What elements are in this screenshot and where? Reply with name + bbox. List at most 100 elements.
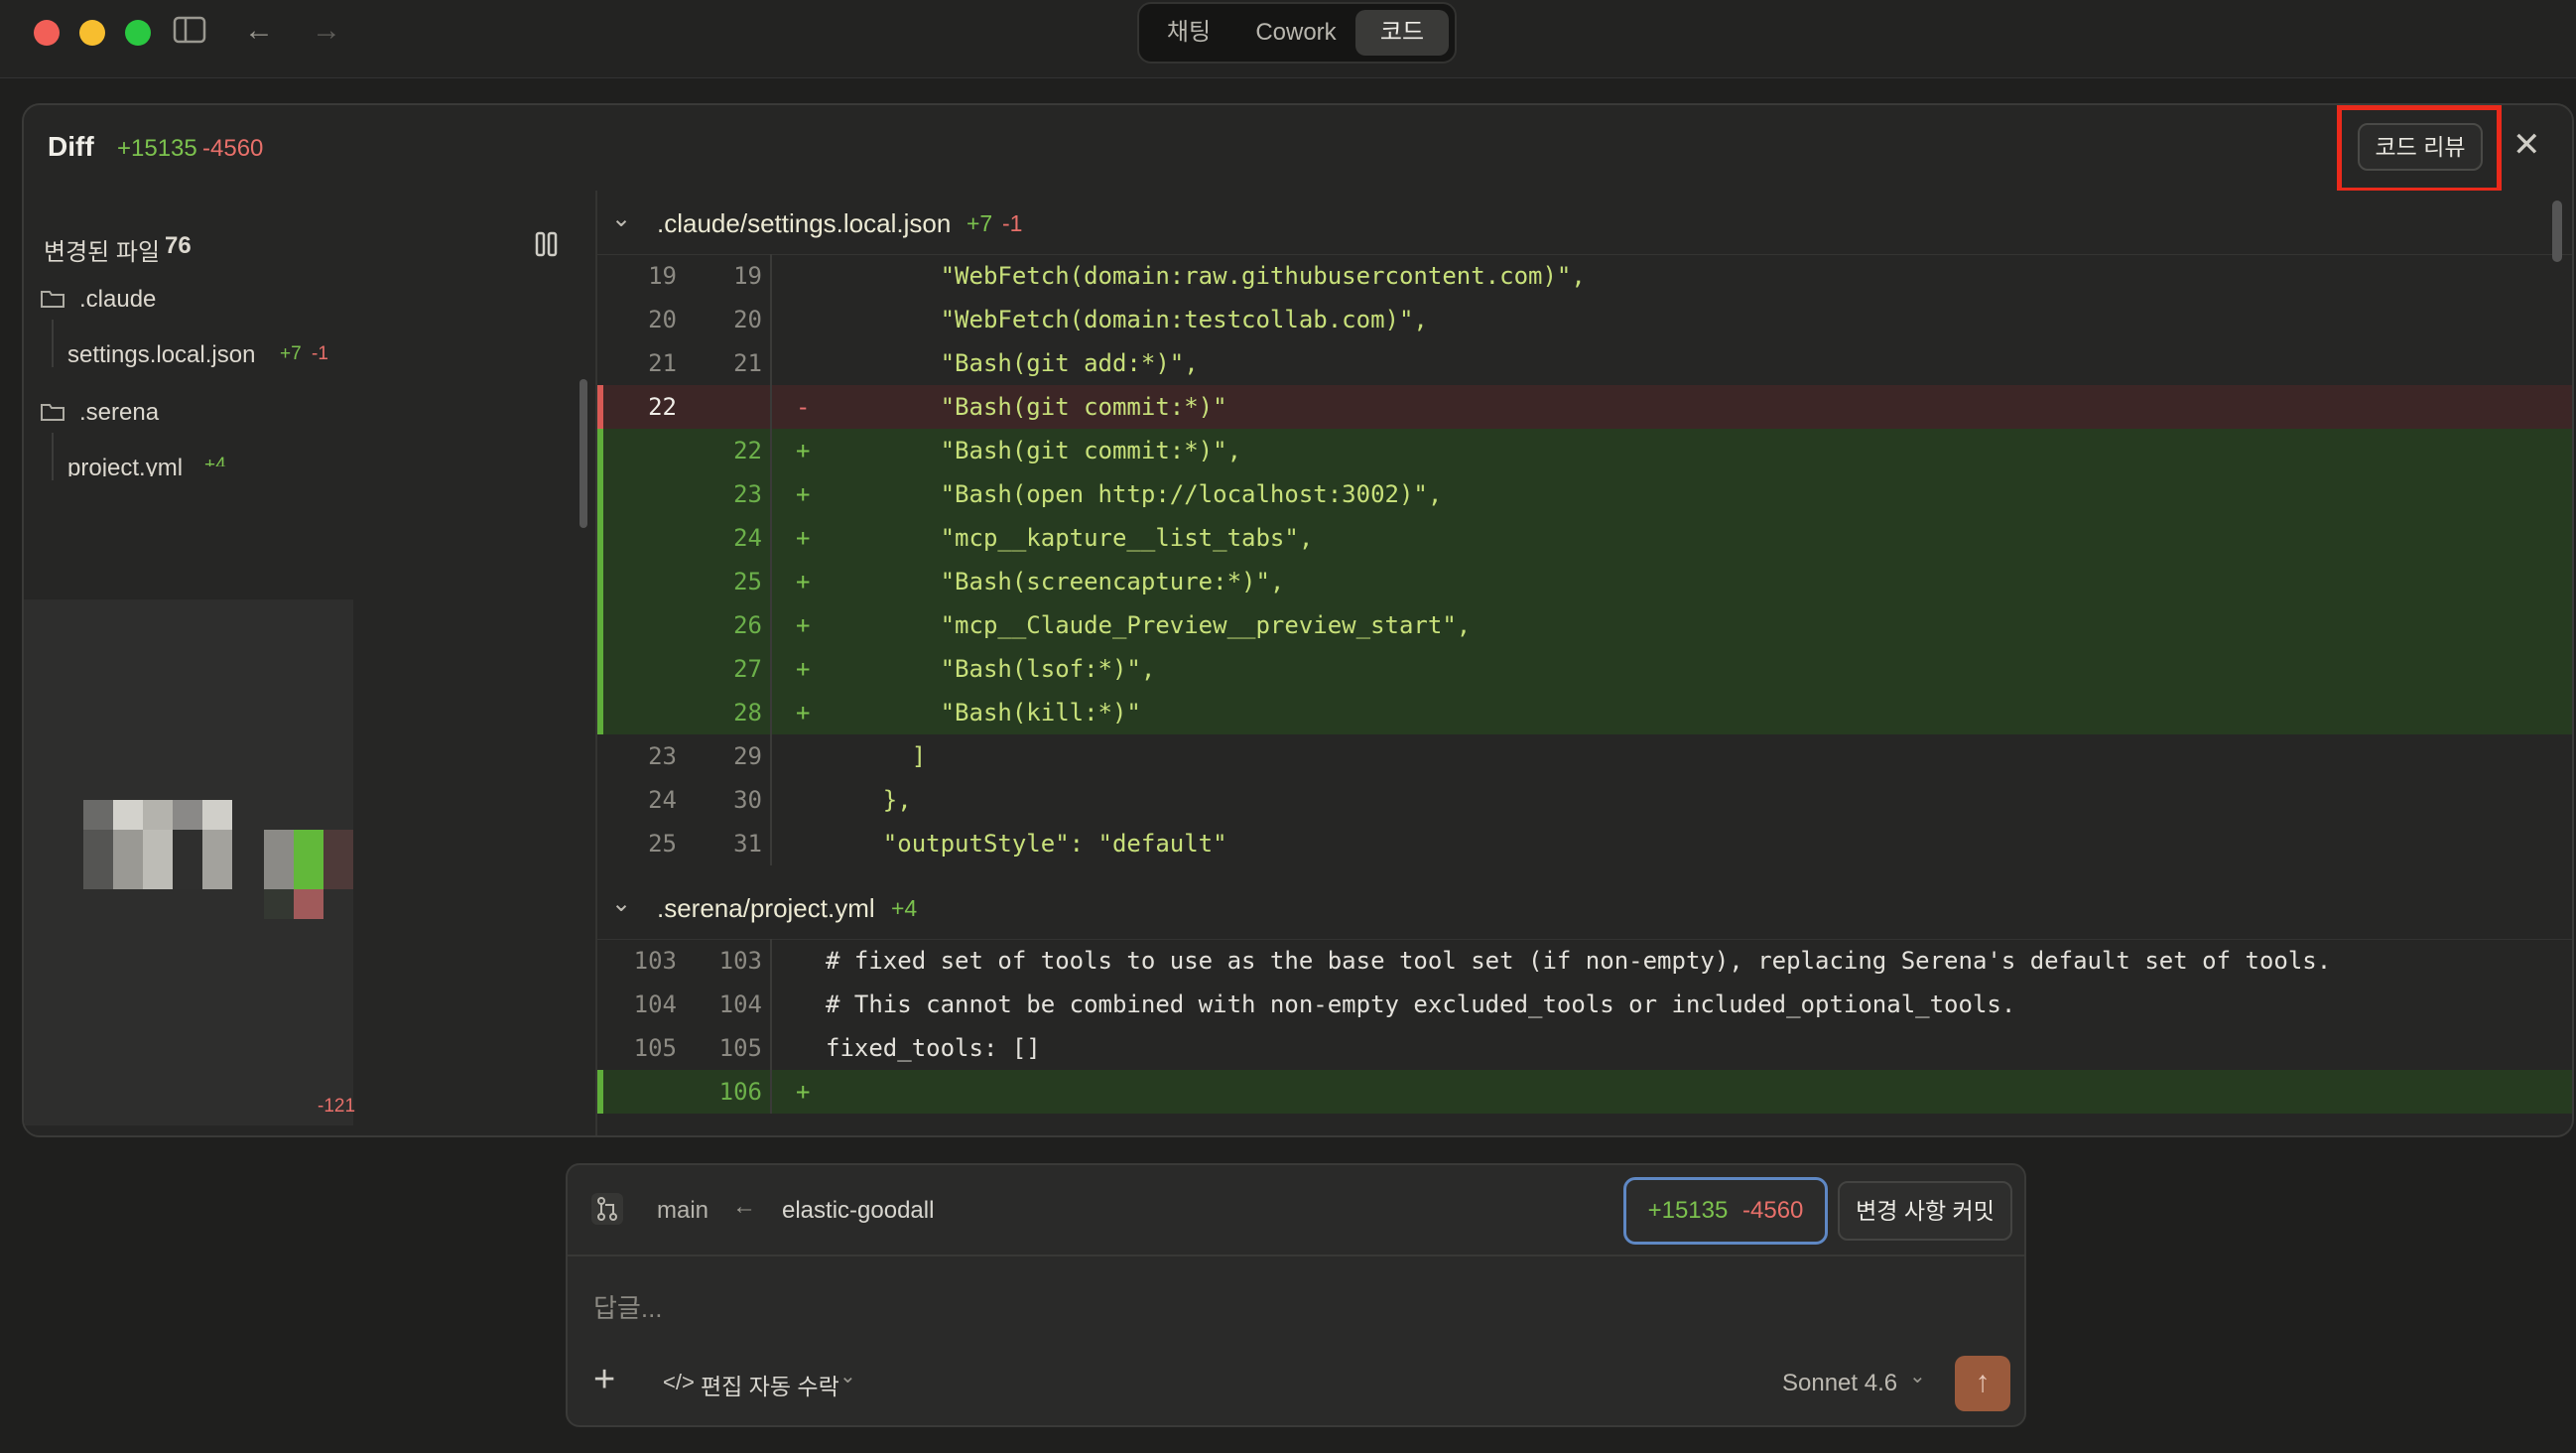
chevron-down-icon[interactable]: ⌄	[611, 889, 631, 918]
code-line: "Bash(git add:*)",	[826, 349, 1199, 377]
change-marker	[597, 429, 603, 472]
maximize-window-button[interactable]	[125, 20, 151, 46]
tab-chat[interactable]: 채팅	[1151, 10, 1226, 56]
chevron-down-icon: ⌄	[839, 1366, 856, 1387]
changed-files-label: 변경된 파일	[44, 239, 161, 266]
new-line-number: 21	[733, 349, 762, 377]
diff-row: 21 21 "Bash(git add:*)",	[597, 341, 2572, 385]
diff-row: 23 29 ]	[597, 734, 2572, 778]
diff-row: 25 + "Bash(screencapture:*)",	[597, 560, 2572, 603]
new-line-number: 24	[733, 524, 762, 552]
change-marker	[597, 560, 603, 603]
diff-code-view: ⌄ .claude/settings.local.json +7 -1 19 19 "We…	[597, 191, 2572, 1135]
tree-file-project[interactable]: project.yml	[67, 455, 183, 476]
reply-input[interactable]: 답글...	[593, 1288, 663, 1325]
diff-row: 24 30 },	[597, 778, 2572, 822]
model-selector[interactable]: Sonnet 4.6	[1782, 1370, 1897, 1397]
code-line: # This cannot be combined with non-empty…	[826, 991, 2016, 1018]
code-line: "Bash(lsof:*)",	[826, 655, 1156, 683]
file-header[interactable]: ⌄ .serena/project.yml +4	[597, 875, 2572, 940]
head-branch: elastic-goodall	[782, 1197, 935, 1224]
tree-file-settings[interactable]: settings.local.json	[67, 341, 255, 369]
new-line-number: 30	[733, 786, 762, 814]
new-line-number: 28	[733, 699, 762, 726]
partial-deletions: -121	[318, 1096, 356, 1114]
commit-changes-button[interactable]: 변경 사항 커밋	[1838, 1181, 2012, 1241]
new-line-number: 27	[733, 655, 762, 683]
composer-deletions: -4560	[1742, 1197, 1804, 1224]
old-line-number: 23	[648, 742, 677, 770]
tree-file-settings-deletions: -1	[312, 343, 328, 364]
code-line: "Bash(kill:*)"	[826, 699, 1141, 726]
diff-header: Diff +15135 -4560 코드 리뷰 ✕	[24, 105, 2572, 193]
code-line: "Bash(open http://localhost:3002)",	[826, 480, 1443, 508]
file-header[interactable]: ⌄ .claude/settings.local.json +7 -1	[597, 191, 2572, 255]
code-line: fixed_tools: []	[826, 1034, 1041, 1062]
diff-sign: +	[796, 480, 811, 508]
changed-files-sidebar: 변경된 파일 76 .claude settings.local.json +7…	[24, 191, 597, 1135]
chevron-down-icon[interactable]: ⌄	[611, 204, 631, 233]
tree-folder-claude[interactable]: .claude	[79, 286, 156, 314]
code-line: ]	[826, 742, 927, 770]
minimize-window-button[interactable]	[79, 20, 105, 46]
diff-row: 22 - "Bash(git commit:*)"	[597, 385, 2572, 429]
code-line: "outputStyle": "default"	[826, 830, 1227, 858]
tree-folder-serena[interactable]: .serena	[79, 399, 159, 427]
sidebar-toggle-icon[interactable]	[173, 16, 206, 52]
new-line-number: 20	[733, 306, 762, 333]
old-line-number: 105	[633, 1034, 677, 1062]
diff-row: 103 103 # fixed set of tools to use as the…	[597, 939, 2572, 983]
diff-sign: -	[796, 393, 811, 421]
sidebar-scrollbar[interactable]	[580, 379, 587, 528]
new-line-number: 22	[733, 437, 762, 464]
new-line-number: 105	[718, 1034, 762, 1062]
code-line: "Bash(git commit:*)",	[826, 437, 1242, 464]
forward-arrow-icon[interactable]: →	[312, 14, 341, 48]
folder-icon	[40, 401, 65, 428]
diff-row: 26 + "mcp__Claude_Preview__preview_start"…	[597, 603, 2572, 647]
diff-stats-button[interactable]: +15135 -4560	[1623, 1177, 1828, 1245]
code-line: "Bash(git commit:*)"	[826, 393, 1227, 421]
change-marker	[597, 691, 603, 734]
tab-code[interactable]: 코드	[1355, 10, 1449, 56]
split-view-icon[interactable]	[534, 230, 560, 263]
new-line-number: 23	[733, 480, 762, 508]
composer: main ← elastic-goodall +15135 -4560 변경 사…	[566, 1163, 2026, 1427]
back-arrow-icon[interactable]: ←	[244, 14, 274, 48]
mode-switcher: 채팅 Cowork 코드	[1137, 2, 1457, 64]
branch-icon	[591, 1193, 623, 1225]
code-scrollbar[interactable]	[2552, 200, 2562, 262]
new-line-number: 25	[733, 568, 762, 595]
diff-title: Diff	[48, 131, 94, 162]
changed-files-count: 76	[165, 232, 192, 259]
new-line-number: 104	[718, 991, 762, 1018]
close-icon[interactable]: ✕	[2512, 125, 2541, 165]
diff-row: 20 20 "WebFetch(domain:testcollab.com)",	[597, 298, 2572, 341]
change-marker	[597, 603, 603, 647]
code-line: "mcp__Claude_Preview__preview_start",	[826, 611, 1472, 639]
file-additions: +4	[891, 895, 918, 921]
diff-row: 106 +	[597, 1070, 2572, 1114]
file-additions: +7	[966, 210, 993, 236]
base-branch: main	[657, 1197, 709, 1224]
diff-sign: +	[796, 1078, 811, 1106]
new-line-number: 106	[718, 1078, 762, 1106]
change-marker	[597, 385, 603, 429]
diff-sign: +	[796, 524, 811, 552]
diff-row: 105 105 fixed_tools: []	[597, 1026, 2572, 1070]
old-line-number: 20	[648, 306, 677, 333]
folder-icon	[40, 288, 65, 315]
add-icon[interactable]: +	[593, 1360, 615, 1399]
send-button[interactable]: ↑	[1955, 1356, 2010, 1411]
title-bar: ← → 채팅 Cowork 코드	[0, 0, 2576, 78]
old-line-number: 25	[648, 830, 677, 858]
file-name: .claude/settings.local.json	[657, 208, 952, 238]
tree-file-settings-additions: +7	[280, 343, 302, 364]
tab-cowork[interactable]: Cowork	[1242, 10, 1350, 56]
auto-accept-edits-dropdown[interactable]: 편집 자동 수락	[701, 1368, 839, 1401]
change-marker	[597, 1070, 603, 1114]
diff-sign: +	[796, 568, 811, 595]
close-window-button[interactable]	[34, 20, 60, 46]
file-deletions: -1	[1002, 210, 1023, 236]
diff-row: 19 19 "WebFetch(domain:raw.githubusercont…	[597, 254, 2572, 298]
